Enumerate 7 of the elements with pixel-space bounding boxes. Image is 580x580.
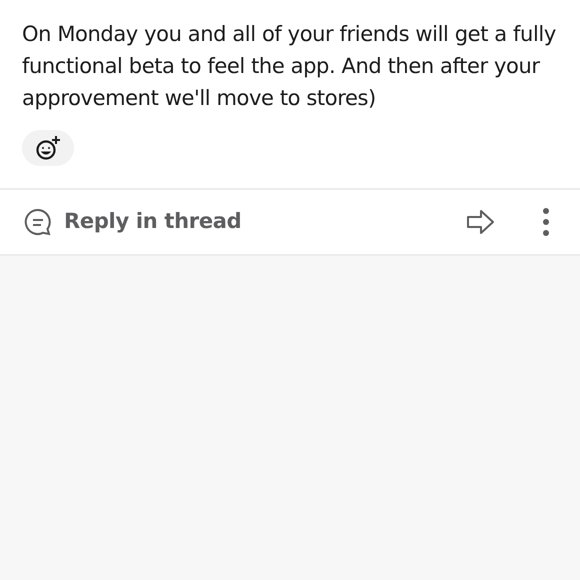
speech-bubble-icon — [24, 208, 52, 236]
smiley-plus-icon — [35, 135, 61, 161]
message-text: On Monday you and all of your friends will get a fully functional beta to feel the app. And then after your approvement we'll move to stores) — [22, 21, 557, 112]
more-options-icon[interactable] — [542, 207, 550, 237]
add-reaction-button[interactable] — [22, 130, 74, 166]
reply-in-thread-button[interactable]: Reply in thread — [24, 206, 242, 238]
share-arrow-icon[interactable] — [466, 208, 496, 236]
